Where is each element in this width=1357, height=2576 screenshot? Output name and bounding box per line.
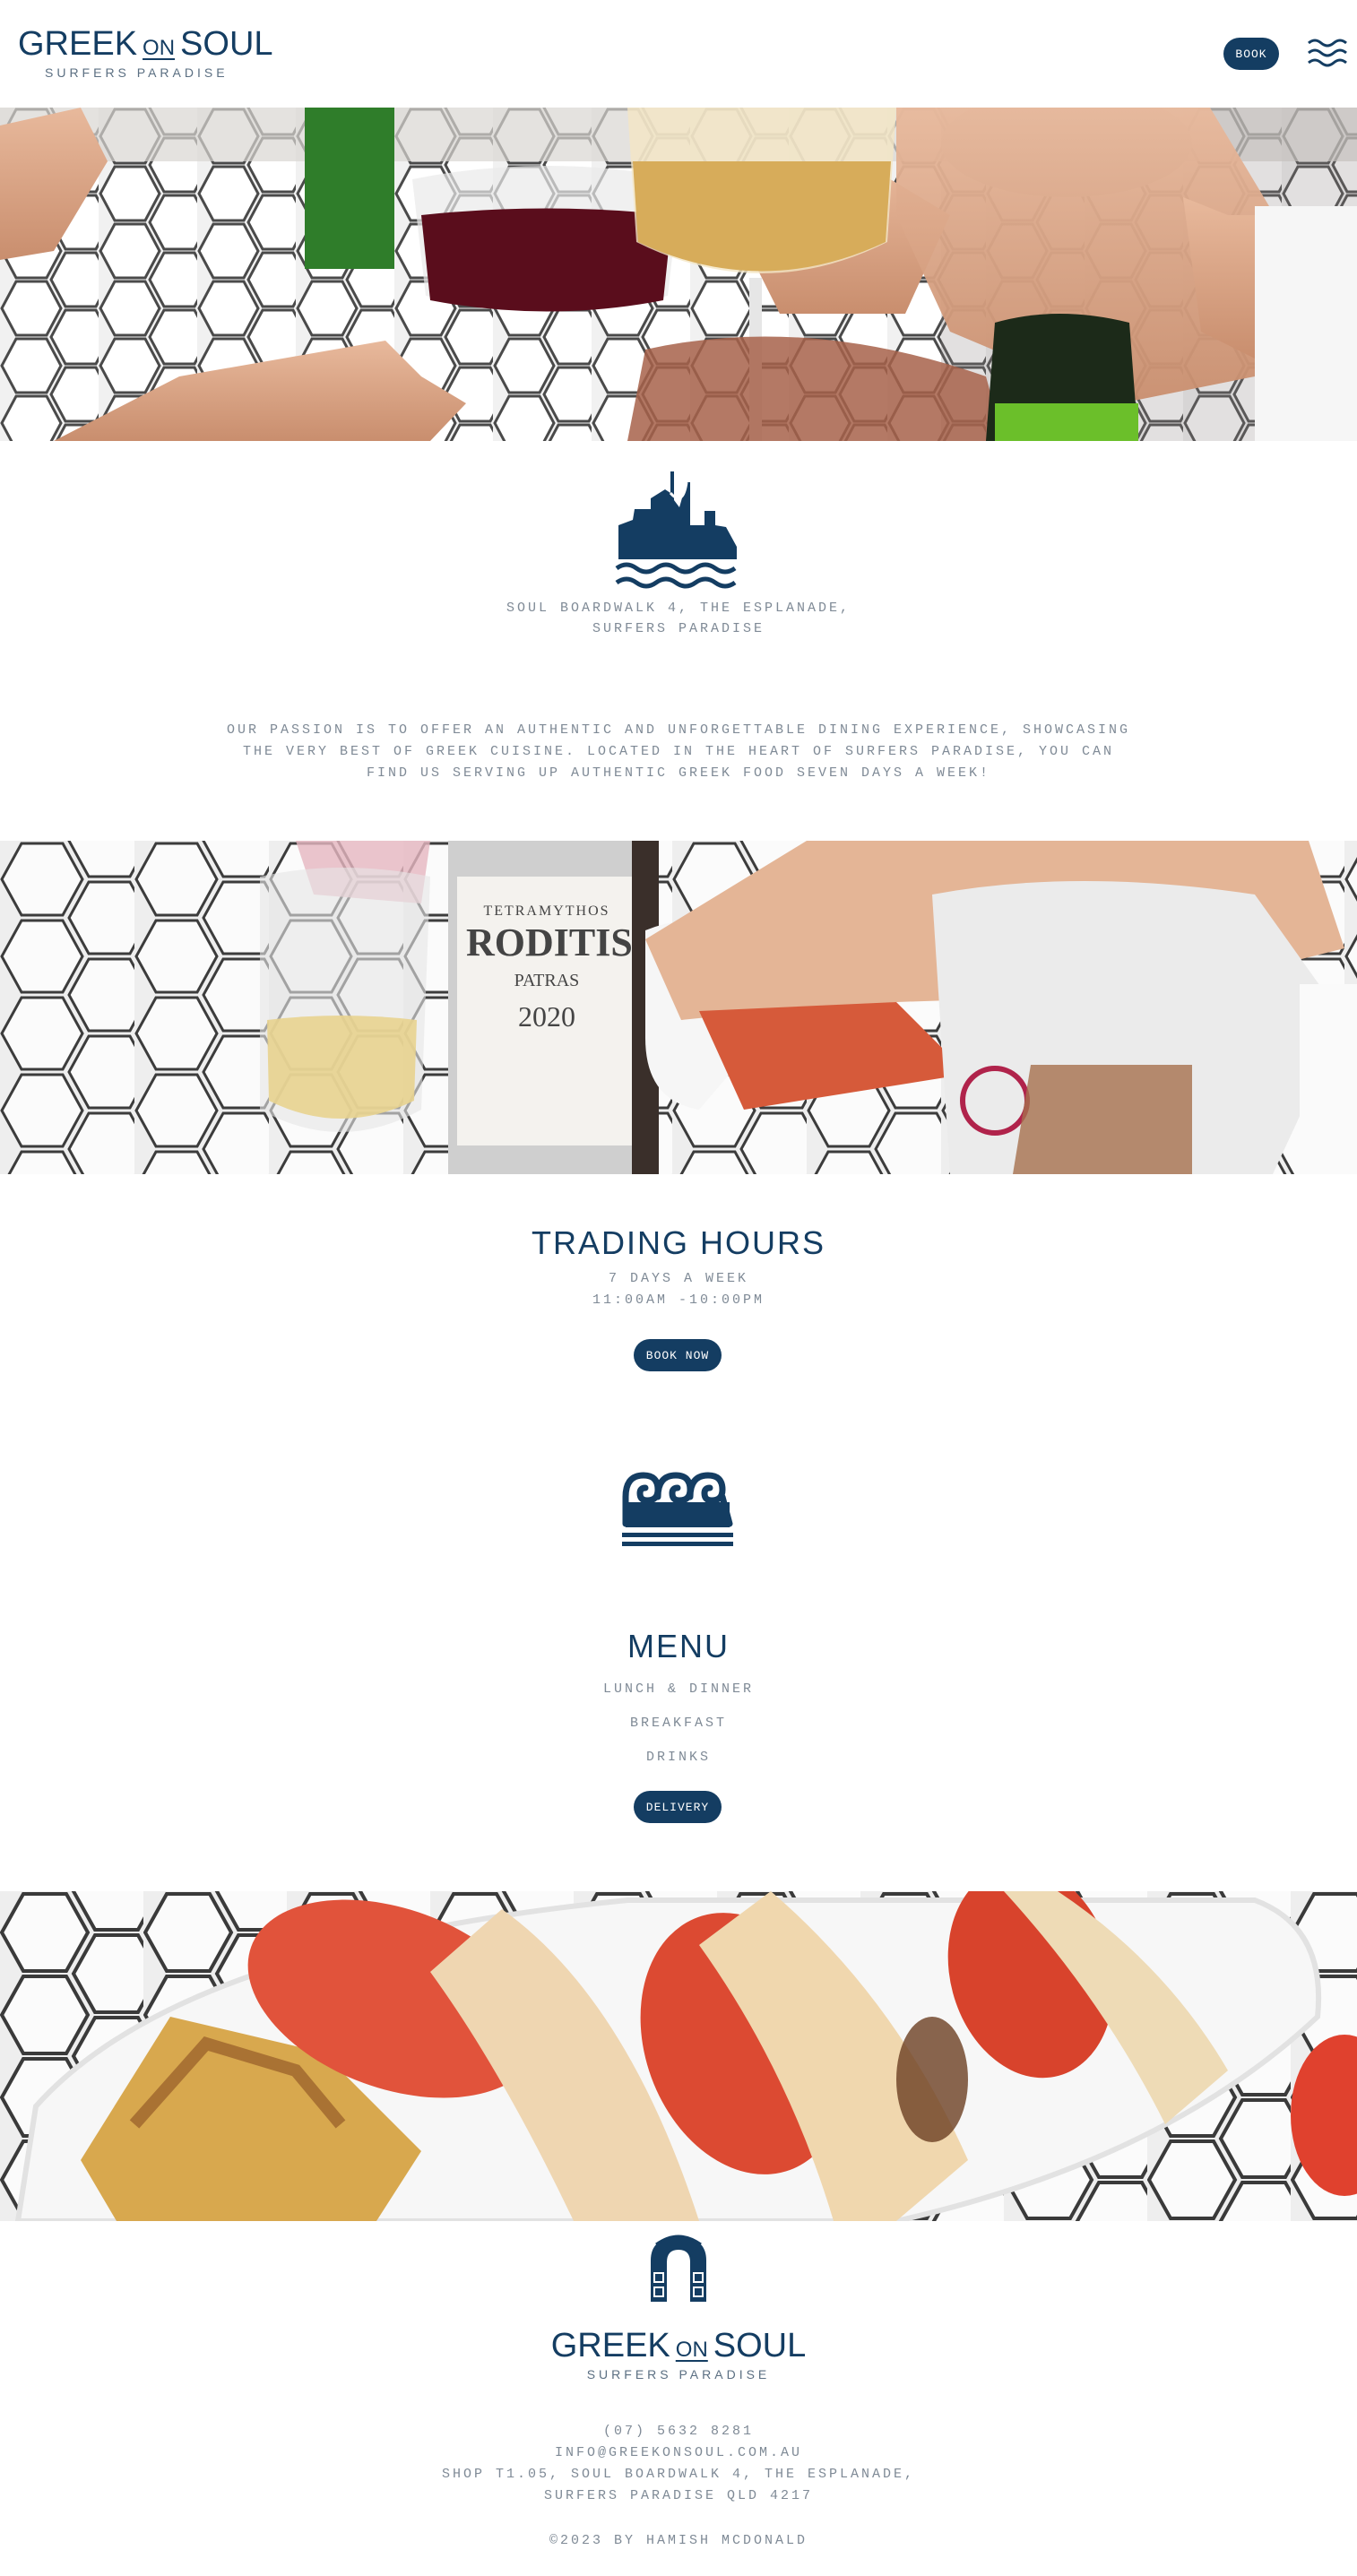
footer-copyright: ©2023 BY HAMISH MCDONALD	[549, 2533, 808, 2548]
intro-text-line1: OUR PASSION IS TO OFFER AN AUTHENTIC AND…	[226, 722, 1131, 738]
ship-waves-icon	[615, 471, 742, 592]
footer-logo[interactable]: GREEK ON SOUL SURFERS PARADISE	[0, 2327, 1357, 2382]
greek-arch-icon	[647, 2234, 710, 2302]
logo-tagline: SURFERS PARADISE	[45, 65, 229, 80]
intro-text-line3: FIND US SERVING UP AUTHENTIC GREEK FOOD …	[366, 765, 991, 781]
site-logo[interactable]: GREEK ON SOUL SURFERS PARADISE	[18, 25, 273, 80]
book-now-button[interactable]: BOOK NOW	[634, 1339, 722, 1371]
footer-logo-word-soul: SOUL	[713, 2327, 807, 2364]
location-address-line1: SOUL BOARDWALK 4, THE ESPLANADE,	[506, 601, 851, 616]
logo-wordmark: GREEK ON SOUL	[18, 25, 273, 64]
book-button[interactable]: BOOK	[1223, 38, 1279, 70]
menu-item-lunch-dinner[interactable]: LUNCH & DINNER	[544, 1681, 813, 1697]
footer-email[interactable]: INFO@GREEKONSOUL.COM.AU	[0, 2445, 1357, 2460]
greek-waves-icon	[622, 1470, 733, 1549]
footer-logo-word-greek: GREEK	[550, 2327, 670, 2364]
footer-logo-tagline: SURFERS PARADISE	[586, 2367, 771, 2382]
intro-text-line2: THE VERY BEST OF GREEK CUISINE. LOCATED …	[242, 744, 1115, 759]
delivery-button[interactable]: DELIVERY	[634, 1791, 722, 1823]
logo-word-on: ON	[143, 36, 176, 60]
trading-hours-days: 7 DAYS A WEEK	[608, 1271, 749, 1286]
footer-address-line1: SHOP T1.05, SOUL BOARDWALK 4, THE ESPLAN…	[441, 2467, 916, 2482]
logo-word-soul: SOUL	[180, 25, 273, 63]
wine-label-text: TETRAMYTHOS RODITIS PATRAS 2020	[466, 903, 633, 1033]
footer-phone[interactable]: (07) 5632 8281	[0, 2424, 1357, 2439]
photo-roditis-wine-bottle-table: TETRAMYTHOS RODITIS PATRAS 2020	[0, 841, 1357, 1174]
logo-word-greek: GREEK	[18, 25, 138, 63]
menu-title: MENU	[627, 1628, 730, 1664]
location-address-line2: SURFERS PARADISE	[592, 621, 765, 636]
site-header: GREEK ON SOUL SURFERS PARADISE BOOK	[0, 0, 1357, 108]
photo-halloumi-tomato-pita-platter	[0, 1891, 1357, 2221]
menu-item-drinks[interactable]: DRINKS	[544, 1750, 813, 1765]
trading-hours-title: TRADING HOURS	[531, 1224, 825, 1261]
photo-clinking-wine-glasses	[0, 108, 1357, 441]
trading-hours-times: 11:00AM -10:00PM	[592, 1292, 765, 1308]
footer-logo-wordmark: GREEK ON SOUL	[0, 2327, 1357, 2365]
footer-address-line2: SURFERS PARADISE QLD 4217	[543, 2488, 814, 2503]
footer-logo-word-on: ON	[675, 2338, 708, 2362]
waves-menu-icon[interactable]	[1307, 36, 1348, 72]
menu-item-breakfast[interactable]: BREAKFAST	[544, 1716, 813, 1731]
